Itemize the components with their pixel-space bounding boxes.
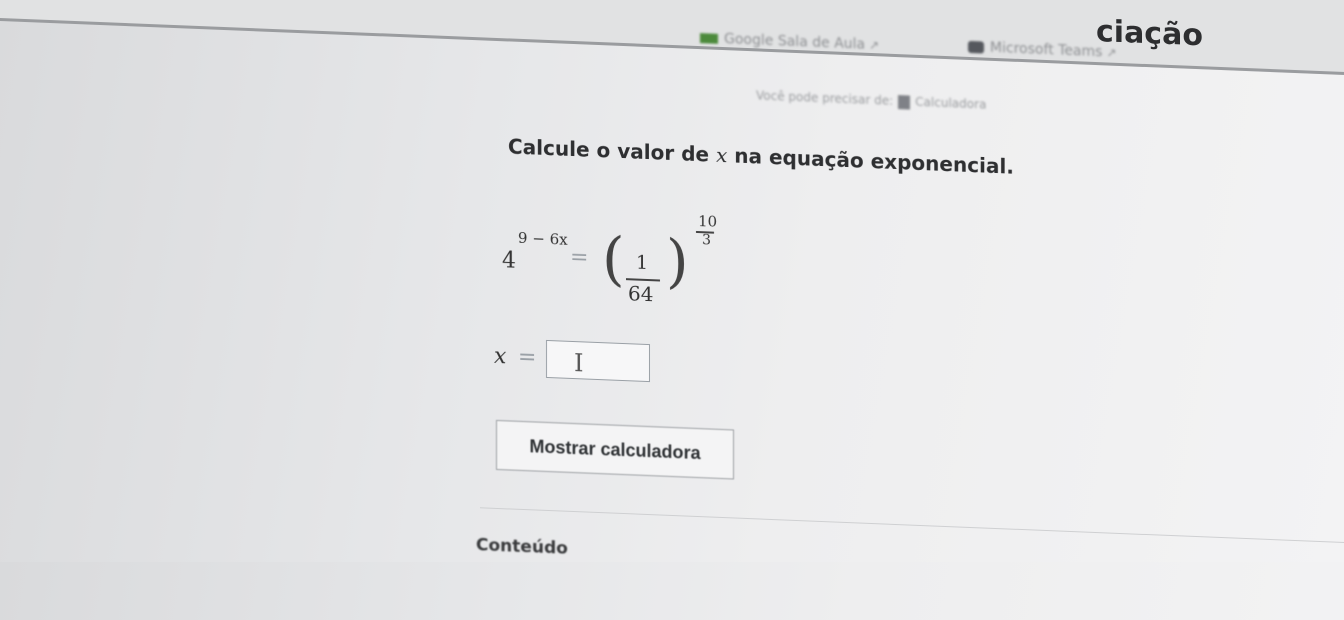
answer-input[interactable] <box>546 339 650 383</box>
show-calculator-button[interactable]: Mostrar calculadora <box>496 419 734 480</box>
page-stage: Google Sala de Aula ↗ Microsoft Teams ↗ ci… <box>0 0 1344 616</box>
power-numerator: 10 <box>698 212 718 231</box>
fraction-numerator: 1 <box>636 251 649 275</box>
microsoft-teams-icon <box>968 40 984 54</box>
close-parenthesis: ) <box>666 226 689 296</box>
equation-exponent: 9 − 6x <box>518 228 568 249</box>
google-classroom-icon <box>700 33 718 44</box>
power-denominator: 3 <box>702 232 711 249</box>
calculator-link[interactable]: Calculadora <box>915 95 986 112</box>
equation-equals: = <box>570 244 589 271</box>
exponential-equation: 4 9 − 6x = ( 1 64 ) 10 3 <box>498 196 758 326</box>
question-text: Calcule o valor de x na equação exponenc… <box>508 134 1014 179</box>
section-divider <box>480 507 1344 544</box>
open-parenthesis: ( <box>602 224 625 294</box>
page-heading-fragment: ciação <box>1096 14 1203 54</box>
footer-heading: Conteúdo <box>476 535 568 559</box>
fraction-denominator: 64 <box>628 281 654 307</box>
equation-base: 4 <box>502 248 516 274</box>
calculator-icon <box>898 94 911 110</box>
external-link-icon: ↗ <box>869 37 880 53</box>
answer-variable: x <box>494 343 507 370</box>
calculator-hint: Você pode precisar de: Calculadora <box>756 88 987 112</box>
question-variable: x <box>716 142 728 168</box>
answer-equals: = <box>518 344 537 371</box>
